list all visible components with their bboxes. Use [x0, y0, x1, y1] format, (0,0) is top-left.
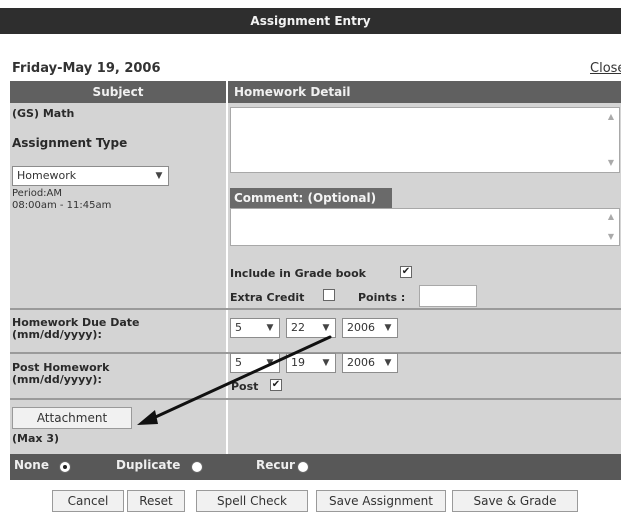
reset-button[interactable]: Reset	[127, 490, 185, 512]
duplicate-label: Duplicate	[116, 458, 181, 472]
save-grade-button[interactable]: Save & Grade	[452, 490, 578, 512]
spell-check-button[interactable]: Spell Check	[196, 490, 308, 512]
none-label: None	[14, 458, 49, 472]
recur-radio[interactable]	[297, 461, 309, 473]
cancel-button[interactable]: Cancel	[52, 490, 124, 512]
duplicate-radio[interactable]	[191, 461, 203, 473]
recur-label: Recur	[256, 458, 295, 472]
save-assignment-button[interactable]: Save Assignment	[316, 490, 446, 512]
arrow-icon	[137, 335, 332, 425]
repeat-options-bar	[10, 454, 621, 480]
none-radio[interactable]	[59, 461, 71, 473]
